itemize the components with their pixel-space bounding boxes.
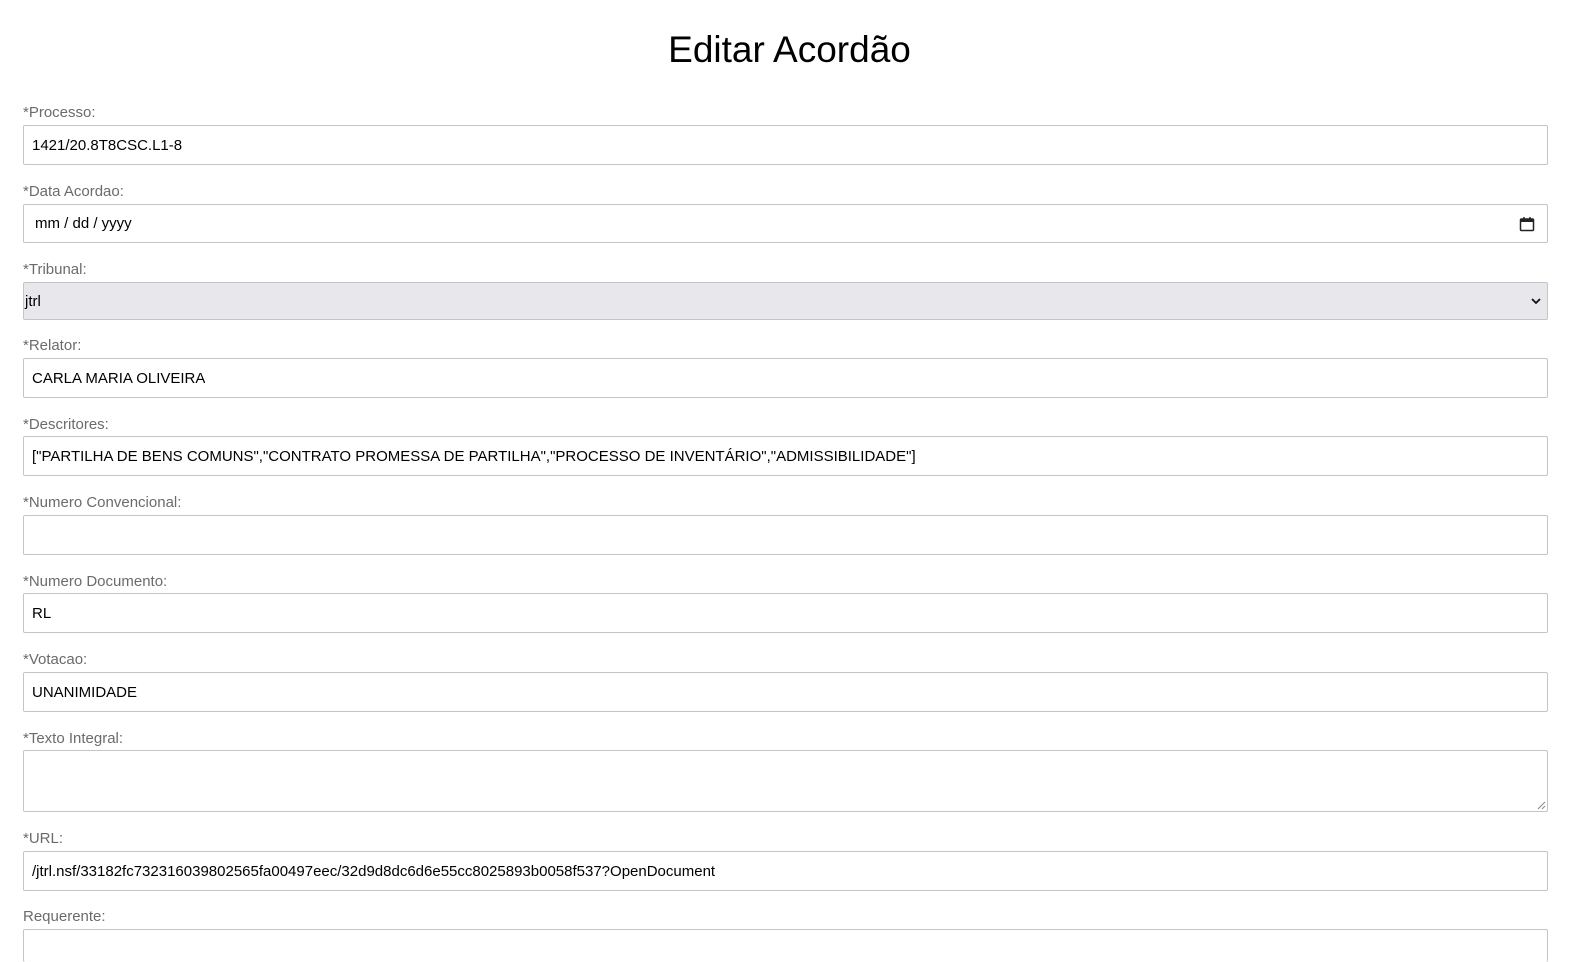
- tribunal-select[interactable]: jtrl: [23, 282, 1548, 320]
- numero-documento-label: *Numero Documento:: [23, 573, 168, 590]
- numero-documento-input[interactable]: RL: [23, 593, 1548, 633]
- relator-input[interactable]: CARLA MARIA OLIVEIRA: [23, 358, 1548, 398]
- url-value: /jtrl.nsf/33182fc732316039802565fa00497e…: [32, 862, 716, 880]
- numero-convencional-input[interactable]: [23, 515, 1548, 555]
- descritores-label: *Descritores:: [23, 416, 109, 433]
- data-acordao-label: *Data Acordao:: [23, 183, 124, 200]
- texto-integral-textarea[interactable]: [23, 750, 1548, 812]
- descritores-value: ["PARTILHA DE BENS COMUNS","CONTRATO PRO…: [32, 447, 916, 465]
- numero-convencional-label: *Numero Convencional:: [23, 494, 182, 511]
- requerente-label: Requerente:: [23, 908, 106, 925]
- tribunal-selected-value: jtrl: [25, 292, 41, 310]
- descritores-input[interactable]: ["PARTILHA DE BENS COMUNS","CONTRATO PRO…: [23, 436, 1548, 476]
- data-acordao-input[interactable]: mm / dd / yyyy: [23, 204, 1548, 243]
- calendar-icon[interactable]: [1519, 216, 1535, 232]
- votacao-value: UNANIMIDADE: [32, 683, 138, 701]
- numero-documento-value: RL: [32, 604, 52, 622]
- relator-label: *Relator:: [23, 337, 82, 354]
- processo-input[interactable]: 1421/20.8T8CSC.L1-8: [23, 125, 1548, 165]
- votacao-label: *Votacao:: [23, 651, 88, 668]
- tribunal-label: *Tribunal:: [23, 261, 87, 278]
- requerente-input[interactable]: [23, 929, 1548, 962]
- edit-acordao-page: Editar Acordão *Processo: 1421/20.8T8CSC…: [0, 0, 1579, 962]
- texto-integral-label: *Texto Integral:: [23, 730, 124, 747]
- processo-value: 1421/20.8T8CSC.L1-8: [32, 136, 183, 154]
- page-title: Editar Acordão: [668, 29, 911, 70]
- processo-label: *Processo:: [23, 104, 96, 121]
- chevron-down-icon: [1531, 298, 1541, 305]
- url-input[interactable]: /jtrl.nsf/33182fc732316039802565fa00497e…: [23, 851, 1548, 891]
- data-acordao-value: mm / dd / yyyy: [35, 215, 132, 232]
- relator-value: CARLA MARIA OLIVEIRA: [32, 369, 206, 387]
- url-label: *URL:: [23, 830, 64, 847]
- votacao-input[interactable]: UNANIMIDADE: [23, 672, 1548, 712]
- resize-handle-icon[interactable]: [1536, 800, 1546, 810]
